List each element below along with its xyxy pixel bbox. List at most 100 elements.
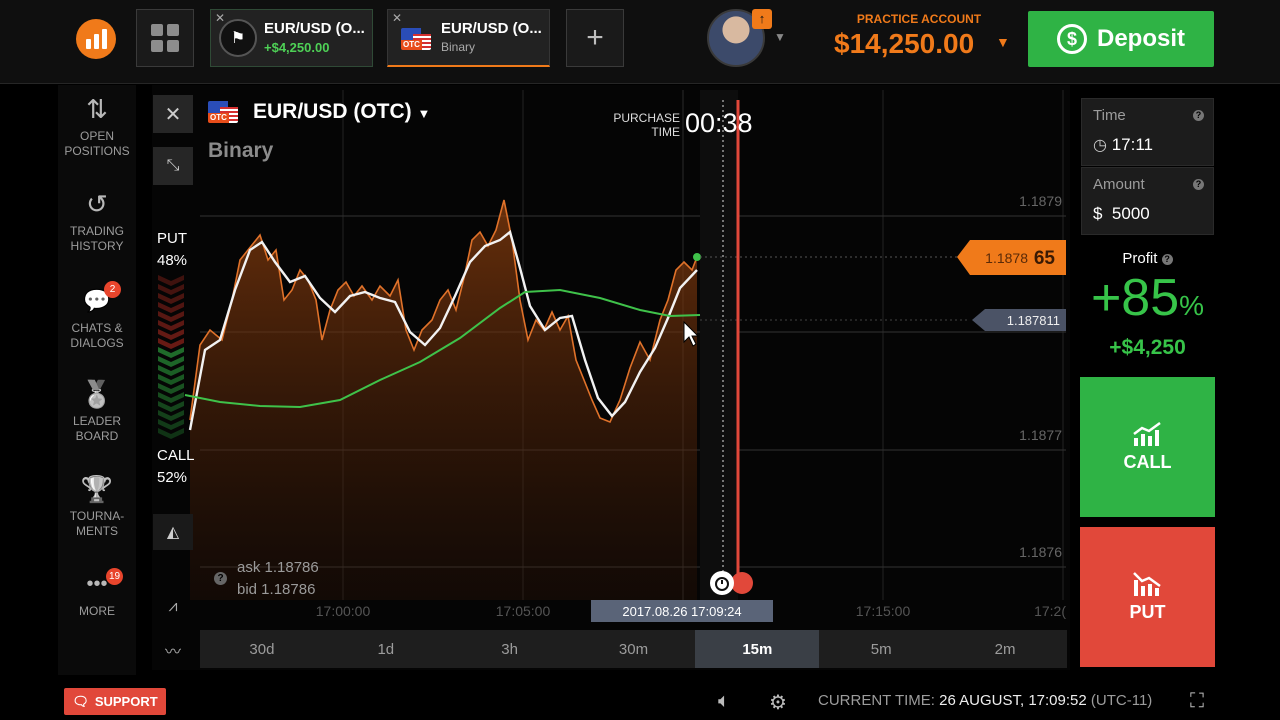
- deposit-button[interactable]: $ Deposit: [1028, 11, 1214, 67]
- current-time-value: 26 AUGUST, 17:09:52: [939, 692, 1087, 709]
- finish-flag-icon: ⚑: [219, 19, 257, 57]
- sidebar-label: TRADING: [70, 224, 124, 238]
- account-balance[interactable]: $14,250.00: [834, 28, 974, 60]
- asset-selector[interactable]: EUR/USD (OTC) ▼: [253, 100, 430, 124]
- chat-count-badge: 2: [104, 281, 121, 298]
- drawing-tools-button[interactable]: ⩘: [160, 598, 186, 616]
- indicators-icon: 〰: [164, 644, 181, 661]
- close-tab-icon[interactable]: ✕: [215, 11, 225, 25]
- sidebar-label: POSITIONS: [64, 144, 130, 158]
- account-type-label[interactable]: PRACTICE ACCOUNT: [826, 12, 1012, 26]
- price-level-label: 1.1879: [1019, 193, 1062, 209]
- more-count-badge: 19: [106, 568, 123, 585]
- put-button[interactable]: PUT: [1080, 527, 1215, 667]
- current-price-dot: [693, 253, 701, 261]
- sidebar-item-leaderboard[interactable]: 🏅 LEADER BOARD: [58, 380, 136, 444]
- timeframe-1d[interactable]: 1d: [324, 630, 448, 668]
- sound-icon[interactable]: 🔈︎: [718, 690, 730, 713]
- top-bar: ✕ ⚑ EUR/USD (O... +$4,250.00 ✕ OTC EUR/U…: [0, 0, 1280, 84]
- avatar-upgrade-badge: ↑: [752, 9, 772, 29]
- tab-profit: +$4,250.00: [264, 40, 330, 55]
- current-time-label: CURRENT TIME:: [818, 692, 935, 709]
- trend-down-icon: [1132, 571, 1161, 596]
- deposit-label: Deposit: [1096, 25, 1185, 52]
- timeframe-30d[interactable]: 30d: [200, 630, 324, 668]
- asset-name: EUR/USD (OTC): [253, 100, 412, 123]
- sidebar-label: MORE: [79, 604, 115, 618]
- plus-icon: +: [586, 21, 604, 54]
- amount-label: Amount: [1093, 176, 1145, 193]
- eur-usd-otc-flag-icon: OTC: [208, 101, 238, 123]
- sidebar-label: DIALOGS: [70, 336, 124, 350]
- profit-label: Profit ?: [1081, 250, 1214, 267]
- amount-value[interactable]: $ 5000: [1093, 204, 1150, 224]
- profit-amount: +$4,250: [1109, 336, 1186, 359]
- time-tick: 17:00:00: [316, 603, 371, 619]
- dashboard-grid-button[interactable]: [136, 9, 194, 67]
- timeframe-5m[interactable]: 5m: [819, 630, 943, 668]
- sidebar-item-chats[interactable]: 💬 2 CHATS & DIALOGS: [58, 281, 136, 351]
- timeframe-2m[interactable]: 2m: [943, 630, 1067, 668]
- timeframe-15m[interactable]: 15m: [695, 630, 820, 668]
- indicators-button[interactable]: 〰: [160, 638, 186, 662]
- timeframe-30m[interactable]: 30m: [572, 630, 696, 668]
- current-time: CURRENT TIME: 26 AUGUST, 17:09:52 (UTC-1…: [818, 692, 1152, 709]
- close-tab-icon[interactable]: ✕: [392, 11, 402, 25]
- time-tick: 17:15:00: [856, 603, 911, 619]
- strike-price-label: 1.187811: [1007, 313, 1060, 328]
- cursor-time-label: 2017.08.26 17:09:24: [622, 604, 741, 619]
- expiry-time-field[interactable]: Time ? ◷ 17:11: [1081, 98, 1214, 166]
- call-label: CALL: [1123, 451, 1172, 472]
- chevron-down-icon: ▼: [417, 106, 431, 121]
- tab-title: EUR/USD (O...: [441, 20, 542, 37]
- ask-price: ask 1.18786: [237, 559, 319, 576]
- put-label: PUT: [1129, 601, 1166, 622]
- help-icon: ?: [1161, 254, 1173, 265]
- help-icon[interactable]: ?: [1193, 110, 1204, 121]
- purchase-time-label: PURCHASE TIME: [613, 111, 680, 139]
- current-price-main: 1.1878: [985, 250, 1028, 266]
- time-label: Time: [1093, 107, 1126, 124]
- sidebar-item-trading-history[interactable]: ↺ TRADING HISTORY: [58, 190, 136, 254]
- chevron-down-icon[interactable]: ▼: [774, 30, 786, 44]
- sidebar-label: HISTORY: [70, 239, 124, 253]
- sidebar-label: BOARD: [75, 429, 119, 443]
- settings-gear-icon[interactable]: ⚙︎: [769, 690, 787, 715]
- clock-icon: ◷: [1093, 137, 1107, 154]
- chat-icon: 💬 2: [58, 281, 136, 315]
- asset-tab-1[interactable]: ✕ ⚑ EUR/USD (O... +$4,250.00: [210, 9, 373, 67]
- dollar-cycle-icon: $: [1056, 24, 1087, 54]
- add-asset-button[interactable]: +: [566, 9, 624, 67]
- time-tick: 17:2(: [1034, 603, 1066, 619]
- help-icon[interactable]: ?: [1193, 179, 1204, 190]
- sidebar-label: OPEN: [79, 129, 114, 143]
- help-icon[interactable]: ?: [214, 572, 227, 585]
- more-dots-icon: ••• 19: [58, 568, 136, 598]
- option-type: Binary: [208, 139, 274, 162]
- call-button[interactable]: CALL: [1080, 377, 1215, 517]
- put-sentiment-pct: 48%: [157, 252, 188, 269]
- profit-percent: +85%: [1090, 269, 1205, 327]
- chart-type-button[interactable]: ◭: [153, 514, 193, 550]
- call-sentiment-label: CALL: [157, 447, 195, 464]
- chevron-down-icon[interactable]: ▼: [996, 34, 1010, 50]
- app-logo[interactable]: [76, 19, 116, 59]
- sidebar-item-open-positions[interactable]: ⇅ OPEN POSITIONS: [58, 95, 136, 159]
- fullscreen-icon[interactable]: ⛶: [1190, 690, 1204, 713]
- timeframe-3h[interactable]: 3h: [448, 630, 572, 668]
- sidebar-item-tournaments[interactable]: 🏆 TOURNA- MENTS: [58, 475, 136, 539]
- trend-up-icon: [1132, 421, 1161, 446]
- sidebar-item-more[interactable]: ••• 19 MORE: [58, 568, 136, 619]
- grid-icon: [151, 24, 163, 36]
- call-sentiment: CALL 52%: [157, 445, 195, 489]
- history-icon: ↺: [86, 189, 108, 219]
- current-price-tail: 65: [1034, 248, 1056, 269]
- collapse-icon: ⤡: [166, 157, 180, 174]
- collapse-chart-button[interactable]: ⤡: [153, 147, 193, 185]
- support-button[interactable]: 🗨 SUPPORT: [64, 688, 166, 715]
- bid-price: bid 1.18786: [237, 581, 316, 598]
- price-level-label: 1.1876: [1019, 544, 1062, 560]
- close-chart-button[interactable]: ✕: [153, 95, 193, 133]
- asset-tab-2[interactable]: ✕ OTC EUR/USD (O... Binary: [387, 9, 550, 67]
- amount-field[interactable]: Amount ? $ 5000: [1081, 167, 1214, 235]
